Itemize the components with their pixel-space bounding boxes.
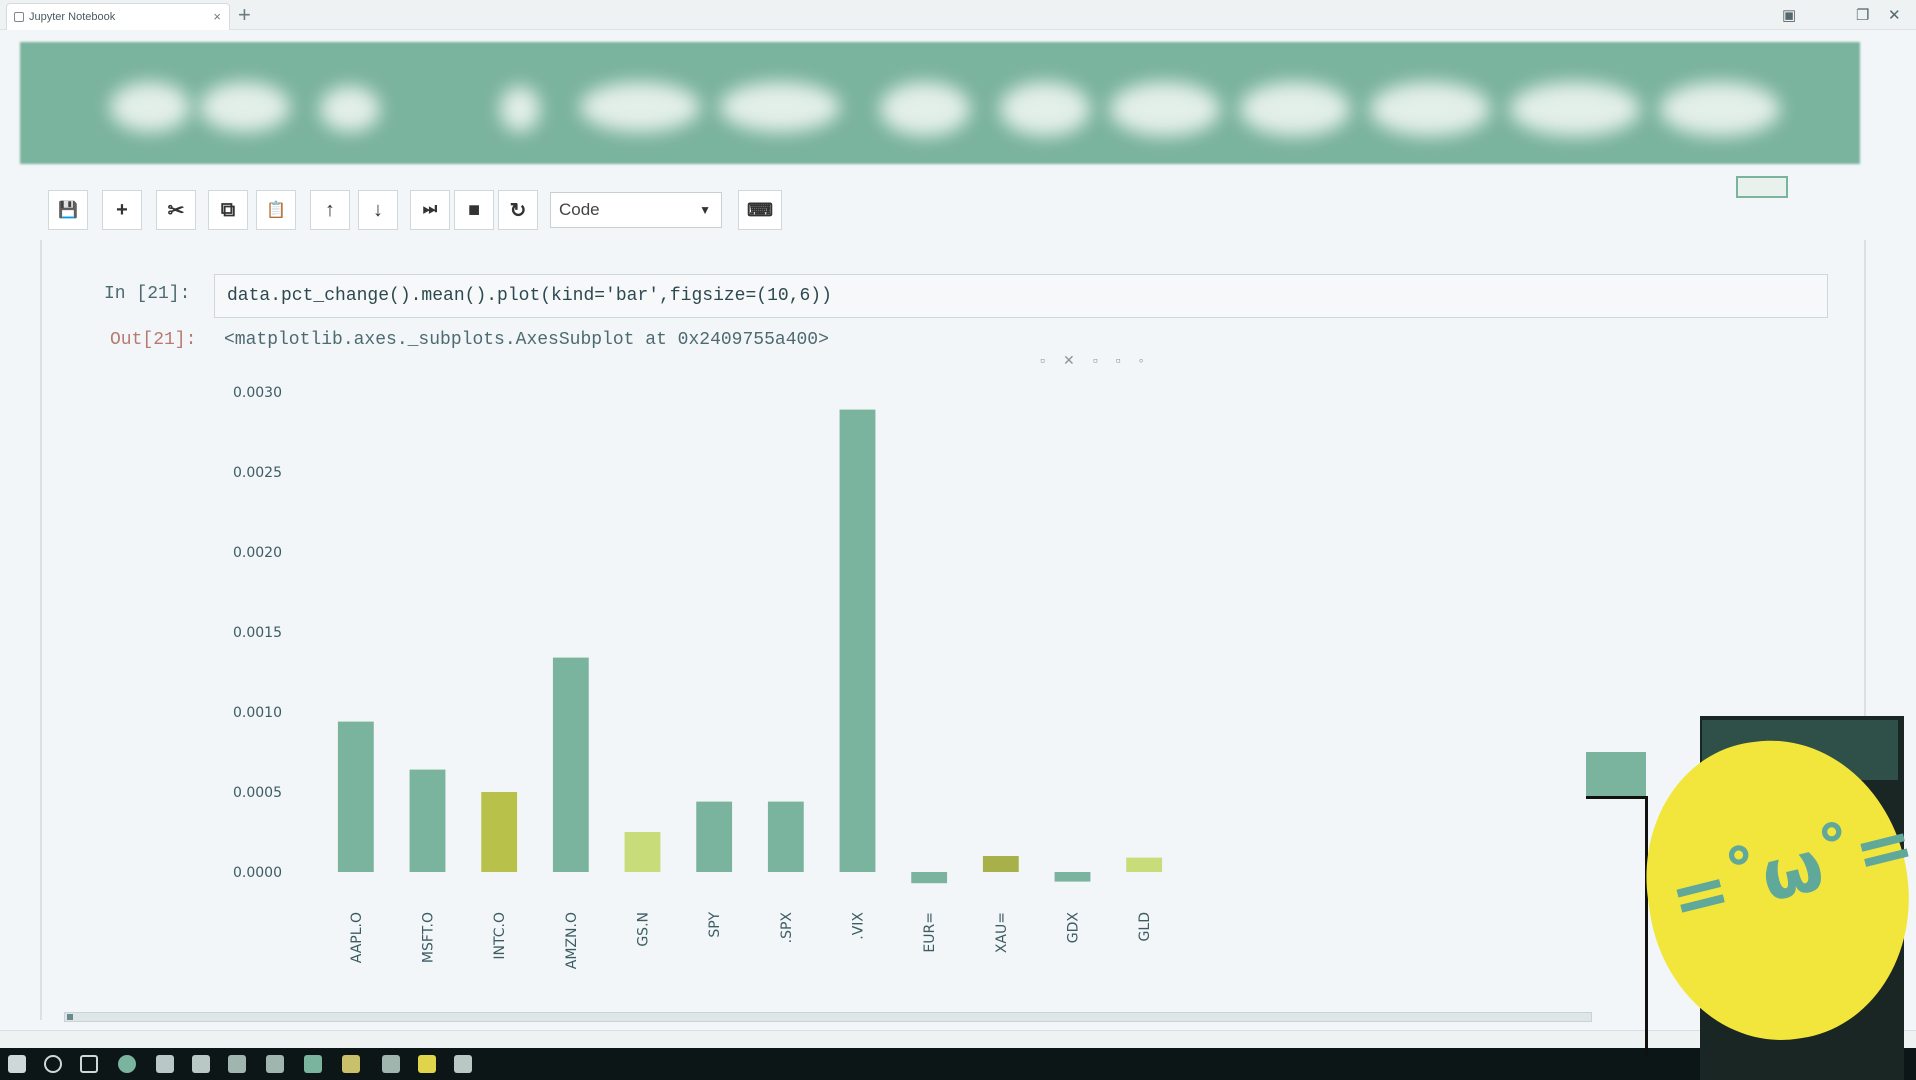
bar-chart: 0.0000 0.0005 0.0010 0.0015 0.0020 0.0025 0.00…: [233, 385, 1163, 969]
app-icon-1[interactable]: [192, 1055, 210, 1073]
close-window-icon[interactable]: ✕: [1888, 6, 1901, 24]
copy-icon: ⧉: [220, 198, 236, 221]
insert-cell-button[interactable]: +: [102, 190, 142, 230]
search-icon[interactable]: [44, 1055, 62, 1073]
bar-xau: [982, 856, 1019, 872]
input-prompt: In [21]:: [104, 284, 191, 304]
x-tick-label: AAPL.O: [349, 912, 365, 963]
bar-gld: [1126, 857, 1163, 872]
x-tick-label: AMZN.O: [564, 912, 580, 969]
new-tab-button[interactable]: +: [238, 1, 251, 29]
webcam-overlay-block: [1586, 752, 1646, 796]
bar-spx: [767, 801, 804, 872]
x-tick-label: .VIX: [851, 912, 867, 940]
scissors-icon: ✂: [167, 199, 185, 222]
cut-cell-button[interactable]: ✂: [156, 190, 196, 230]
x-tick-label: MSFT.O: [421, 912, 437, 963]
x-tick-label: GS.N: [636, 912, 652, 947]
interrupt-button[interactable]: ■: [454, 190, 494, 230]
cell-type-select[interactable]: Code ▼: [550, 192, 722, 228]
notebook-left-border: [40, 240, 42, 1020]
paste-cell-button[interactable]: 📋: [256, 190, 296, 230]
cell-type-value: Code: [559, 200, 600, 219]
notebook-header-redacted: [20, 42, 1860, 164]
window-icon[interactable]: ▣: [1782, 6, 1796, 24]
bar-gdx: [1054, 872, 1091, 882]
x-tick-label: XAU=: [994, 912, 1010, 953]
y-tick-label: 0.0005: [233, 785, 282, 801]
x-tick-label: .SPX: [779, 912, 795, 944]
bar-spy: [696, 801, 733, 872]
bar-eur: [911, 872, 948, 884]
y-tick-label: 0.0010: [233, 705, 282, 721]
bar-aaplo: [337, 721, 374, 872]
bar-amzno: [552, 657, 589, 872]
webcam-overlay-frame: [1586, 796, 1648, 1056]
browser-tab-title: Jupyter Notebook: [29, 11, 116, 23]
bar-vix: [839, 409, 876, 872]
command-palette-button[interactable]: ⌨: [738, 190, 782, 230]
app-icon-2[interactable]: [228, 1055, 246, 1073]
restore-icon[interactable]: ❐: [1856, 6, 1869, 24]
bar-msfto: [409, 769, 446, 872]
run-next-icon: ⏭: [422, 201, 438, 218]
arrow-down-icon: ↓: [373, 198, 383, 221]
bar-gsn: [624, 832, 661, 872]
paste-icon: 📋: [266, 202, 286, 219]
chevron-down-icon: ▼: [699, 203, 711, 217]
figure-toolbar[interactable]: ▫✕▫▫◦: [1040, 352, 1162, 369]
browser-tab[interactable]: Jupyter Notebook ×: [6, 3, 230, 30]
folder-app-icon[interactable]: [156, 1055, 174, 1073]
arrow-up-icon: ↑: [325, 198, 335, 221]
move-up-button[interactable]: ↑: [310, 190, 350, 230]
notebook-favicon-icon: [14, 12, 24, 22]
app-icon-7[interactable]: [418, 1055, 436, 1073]
y-tick-label: 0.0030: [233, 385, 282, 401]
x-tick-label: GDX: [1066, 912, 1082, 944]
y-tick-label: 0.0000: [233, 865, 282, 881]
code-cell-input[interactable]: data.pct_change().mean().plot(kind='bar'…: [214, 274, 1828, 318]
y-tick-label: 0.0015: [233, 625, 282, 641]
copy-cell-button[interactable]: ⧉: [208, 190, 248, 230]
plus-icon: +: [116, 198, 128, 221]
app-icon-6[interactable]: [382, 1055, 400, 1073]
browser-tab-bar: Jupyter Notebook × + ▣ ❐ ✕: [0, 0, 1916, 30]
output-prompt: Out[21]:: [110, 330, 197, 350]
x-tick-label: INTC.O: [492, 912, 508, 960]
move-down-button[interactable]: ↓: [358, 190, 398, 230]
app-icon-8[interactable]: [454, 1055, 472, 1073]
output-repr: <matplotlib.axes._subplots.AxesSubplot a…: [224, 330, 829, 350]
restart-icon: ↻: [509, 199, 527, 222]
y-tick-label: 0.0020: [233, 545, 282, 561]
scrollbar-thumb[interactable]: [67, 1014, 73, 1020]
save-button[interactable]: 💾: [48, 190, 88, 230]
horizontal-scrollbar[interactable]: [64, 1012, 1592, 1022]
keyboard-icon: ⌨: [747, 199, 773, 220]
kernel-indicator: [1736, 176, 1788, 198]
restart-button[interactable]: ↻: [498, 190, 538, 230]
app-icon-5[interactable]: [342, 1055, 360, 1073]
bar-intco: [481, 792, 518, 872]
x-tick-label: EUR=: [922, 912, 938, 953]
start-icon[interactable]: [8, 1055, 26, 1073]
run-button[interactable]: ⏭: [410, 190, 450, 230]
app-icon-3[interactable]: [266, 1055, 284, 1073]
x-tick-label: SPY: [707, 912, 723, 938]
stop-icon: ■: [467, 198, 481, 221]
app-icon-4[interactable]: [304, 1055, 322, 1073]
save-icon: 💾: [58, 202, 78, 219]
task-view-icon[interactable]: [80, 1055, 98, 1073]
y-tick-label: 0.0025: [233, 465, 282, 481]
browser-app-icon[interactable]: [118, 1055, 136, 1073]
x-tick-label: GLD: [1137, 912, 1153, 941]
tab-close-icon[interactable]: ×: [213, 4, 221, 30]
